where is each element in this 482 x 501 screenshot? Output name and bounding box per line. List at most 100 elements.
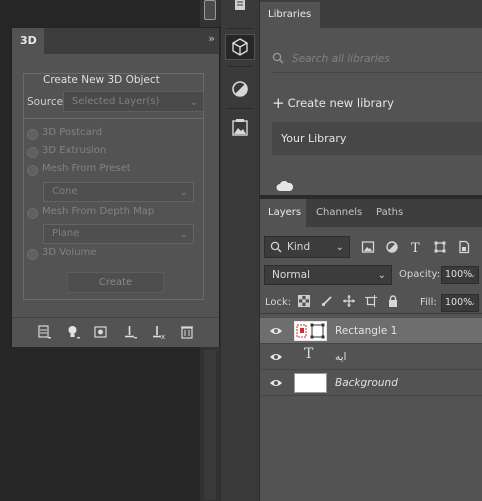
blend-mode-value: Normal	[272, 269, 310, 281]
tab-3d[interactable]: 3D	[12, 28, 44, 54]
layer-filter-select[interactable]: Kind ⌄	[264, 236, 350, 258]
depth-map-select-value: Plane	[52, 228, 80, 239]
group-title: Create New 3D Object	[39, 74, 164, 86]
create-new-library-button[interactable]: + Create new library	[272, 94, 394, 112]
create-button[interactable]: Create	[67, 272, 164, 293]
divider	[227, 28, 253, 29]
pixel-layer-filter-icon[interactable]	[361, 240, 375, 254]
chevron-down-icon: ⌄	[335, 242, 344, 253]
type-layer-icon: T	[304, 346, 314, 362]
layer-row-rectangle-1[interactable]: Rectangle 1	[260, 318, 482, 344]
divider	[227, 66, 253, 67]
panel-3d: 3D » Create New 3D Object Source: Select…	[11, 27, 220, 347]
search-icon	[272, 52, 284, 64]
lock-position-icon[interactable]	[343, 295, 355, 307]
chevron-down-icon: ⌄	[377, 270, 386, 281]
layer-thumbnail-background	[294, 373, 327, 393]
plus-icon: +	[272, 94, 285, 112]
source-select[interactable]: Selected Layer(s) ⌄	[63, 91, 204, 112]
panel-icon-strip	[220, 0, 260, 501]
tab-channels[interactable]: Channels	[308, 199, 366, 227]
collapse-panel-icon[interactable]: »	[208, 32, 215, 45]
preset-select[interactable]: Cone ⌄	[43, 182, 194, 202]
layer-filter-value: Kind	[287, 241, 311, 253]
svg-text:T: T	[411, 241, 420, 254]
layer-row-background[interactable]: Background	[260, 370, 482, 396]
ground-plane-icon[interactable]	[122, 324, 138, 340]
chevron-down-icon: ⌄	[469, 298, 476, 307]
adjustment-layer-filter-icon[interactable]	[385, 240, 399, 254]
chevron-down-icon: ⌄	[469, 270, 476, 279]
image-icon[interactable]	[225, 116, 255, 142]
opacity-label: Opacity:	[399, 269, 441, 280]
libraries-tabbar: Libraries	[260, 0, 482, 28]
lock-transparent-pixels-icon[interactable]	[298, 295, 310, 307]
filter-scene-icon[interactable]	[36, 324, 52, 340]
search-icon	[270, 241, 282, 253]
right-panel-column: Libraries Search all libraries + Create n…	[260, 0, 482, 501]
fill-input[interactable]: 100% ⌄	[441, 294, 479, 312]
fill-value: 100%	[445, 297, 473, 308]
create-new-library-label: Create new library	[287, 96, 394, 110]
svg-text:x: x	[161, 333, 165, 340]
tab-layers[interactable]: Layers	[260, 199, 306, 227]
fill-label: Fill:	[420, 297, 437, 308]
type-layer-filter-icon[interactable]: T	[409, 240, 423, 254]
document-icon[interactable]	[225, 0, 255, 20]
tab-paths[interactable]: Paths	[368, 199, 408, 227]
radio-mesh-from-depth-map[interactable]	[27, 208, 38, 219]
layer-name: ایه	[335, 351, 347, 363]
shape-layer-filter-icon[interactable]	[433, 240, 447, 254]
opacity-value: 100%	[445, 269, 473, 280]
3d-cube-icon[interactable]	[225, 34, 255, 60]
layers-tabbar: Layers Channels Paths	[260, 199, 482, 227]
chevron-down-icon: ⌄	[179, 229, 188, 240]
layer-name: Background	[335, 377, 398, 389]
divider	[24, 118, 203, 119]
lock-all-icon[interactable]	[387, 295, 399, 307]
option-3d-volume-label: 3D Volume	[42, 247, 97, 258]
scrollbar-thumb[interactable]	[204, 350, 216, 500]
blend-mode-select[interactable]: Normal ⌄	[264, 265, 392, 285]
radio-3d-postcard[interactable]	[27, 129, 38, 140]
panel-3d-tabbar: 3D »	[12, 28, 219, 54]
depth-map-select[interactable]: Plane ⌄	[43, 224, 194, 244]
option-3d-postcard-label: 3D Postcard	[42, 127, 103, 138]
preset-select-value: Cone	[52, 186, 78, 197]
render-icon[interactable]	[93, 324, 109, 340]
lock-image-pixels-icon[interactable]	[321, 295, 333, 307]
option-3d-extrusion-label: 3D Extrusion	[42, 145, 107, 156]
layer-row-text[interactable]: T ایه	[260, 344, 482, 370]
eye-icon[interactable]	[269, 326, 283, 336]
panel-3d-footer: x	[12, 317, 219, 347]
tab-libraries[interactable]: Libraries	[260, 2, 320, 28]
radio-mesh-from-preset[interactable]	[27, 165, 38, 176]
library-search[interactable]: Search all libraries	[272, 48, 482, 73]
lock-label: Lock:	[265, 297, 292, 308]
smart-object-filter-icon[interactable]	[457, 240, 471, 254]
cloud-icon[interactable]	[276, 180, 294, 192]
scrollbar-thumb-top[interactable]	[204, 0, 216, 20]
chevron-down-icon: ⌄	[189, 97, 198, 108]
library-search-placeholder: Search all libraries	[292, 53, 390, 65]
lock-artboard-icon[interactable]	[365, 295, 377, 307]
option-mesh-from-depth-map-label: Mesh From Depth Map	[42, 206, 155, 217]
opacity-input[interactable]: 100% ⌄	[441, 266, 479, 284]
layer-thumbnail-shape	[294, 321, 327, 341]
radio-3d-extrusion[interactable]	[27, 147, 38, 158]
source-label: Source:	[27, 96, 67, 108]
radio-3d-volume[interactable]	[27, 249, 38, 260]
eye-icon[interactable]	[269, 378, 283, 388]
source-select-value: Selected Layer(s)	[72, 96, 160, 107]
option-mesh-from-preset-label: Mesh From Preset	[42, 163, 131, 174]
trash-icon[interactable]	[179, 324, 195, 340]
new-object-icon[interactable]: x	[151, 324, 167, 340]
library-item-your-library[interactable]: Your Library	[272, 122, 482, 155]
divider	[260, 313, 482, 314]
divider	[227, 108, 253, 109]
light-bulb-icon[interactable]	[65, 324, 81, 340]
chevron-down-icon: ⌄	[179, 187, 188, 198]
adjustments-icon[interactable]	[225, 76, 255, 102]
layer-name: Rectangle 1	[335, 325, 398, 337]
eye-icon[interactable]	[269, 352, 283, 362]
